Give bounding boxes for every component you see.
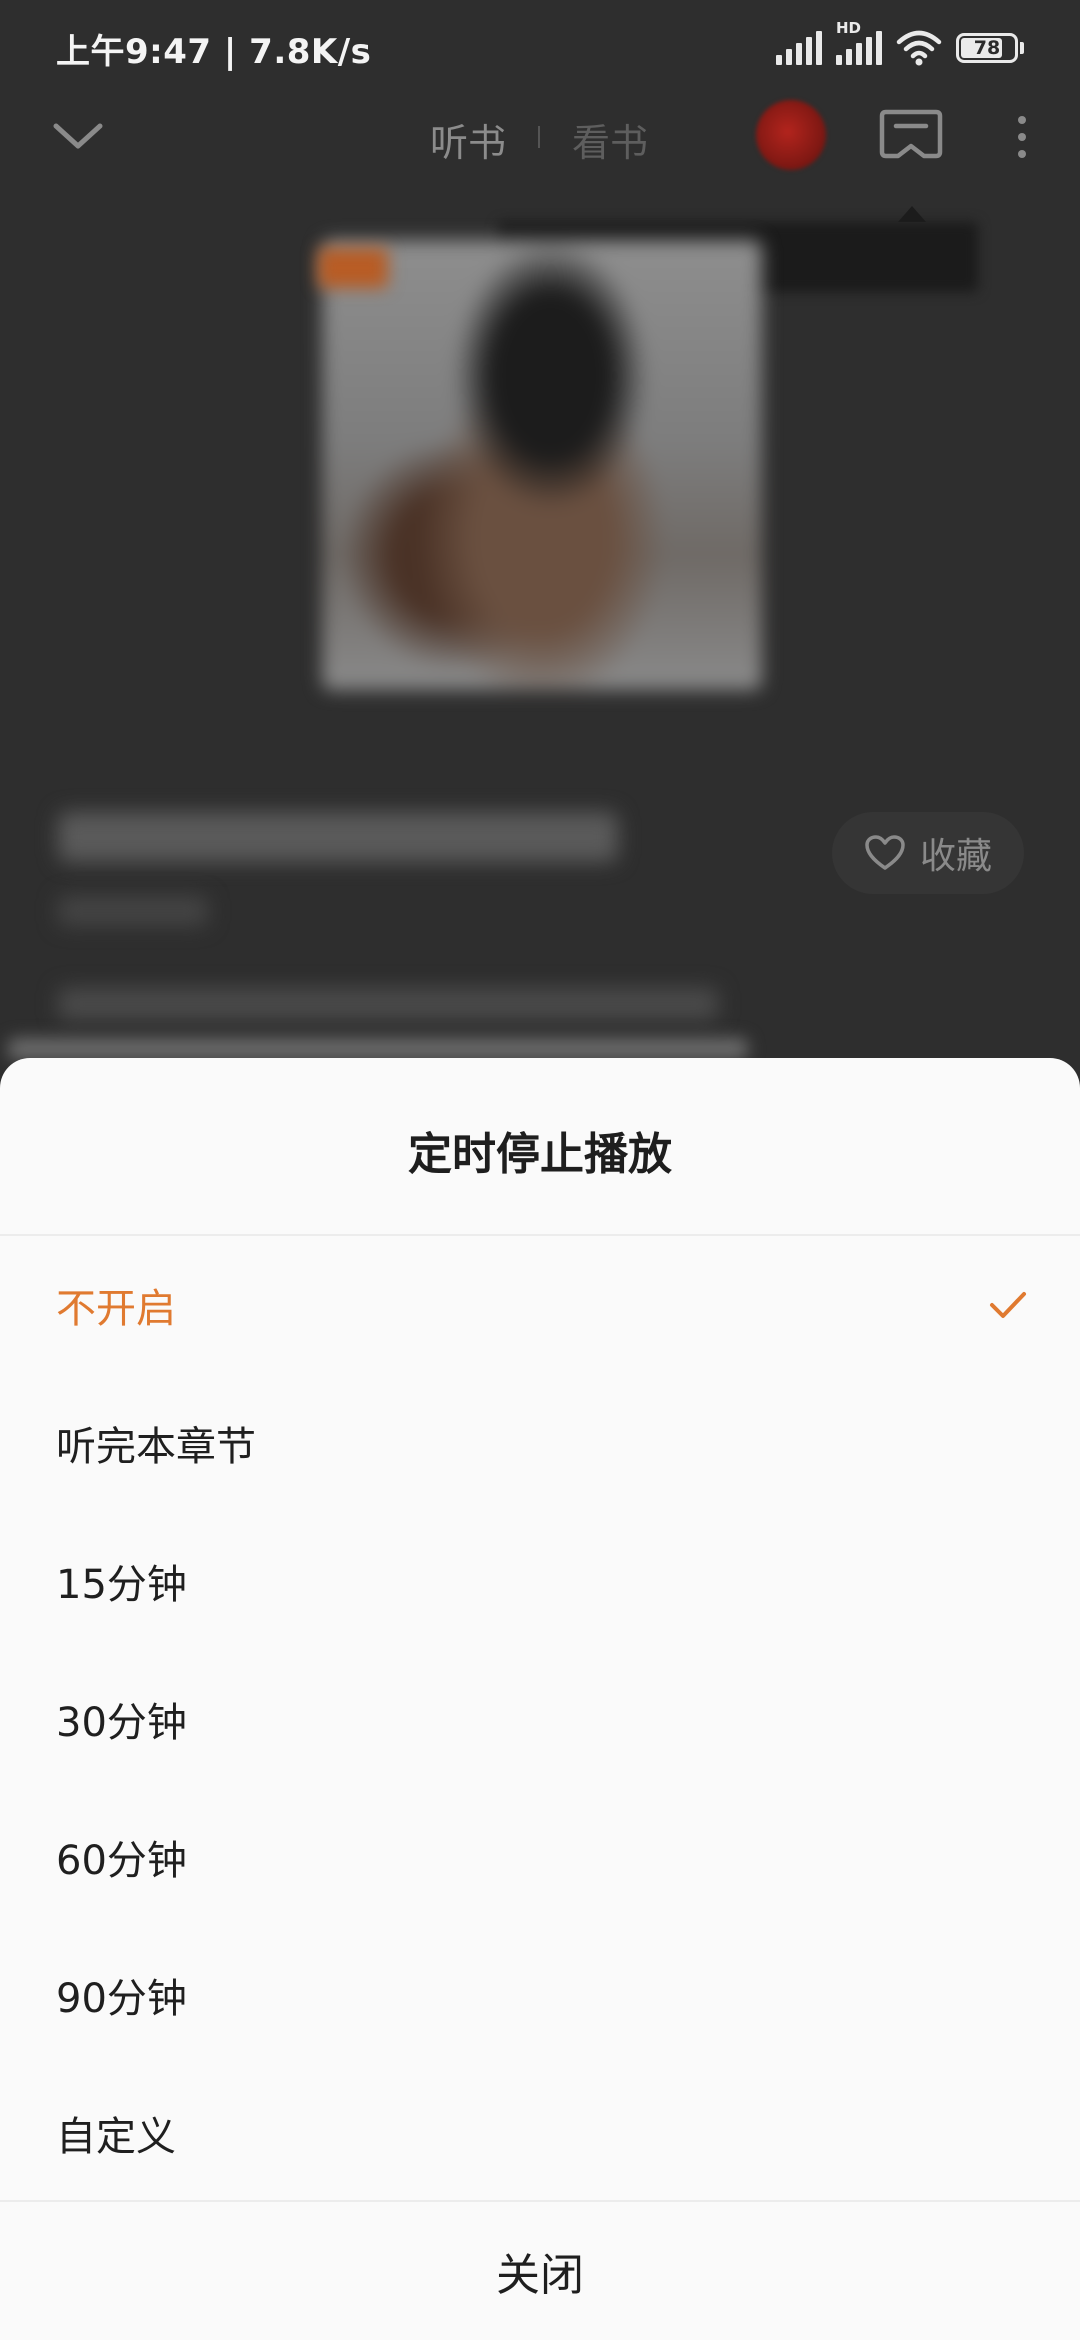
timer-option-custom[interactable]: 自定义 [0,2064,1080,2202]
player-background: 上午9:47 | 7.8K/s HD 78 听书 看书 收藏 [0,0,1080,1080]
option-label: 90分钟 [56,1976,187,2022]
timer-option-30-min[interactable]: 30分钟 [0,1650,1080,1788]
timer-option-end-of-chapter[interactable]: 听完本章节 [0,1374,1080,1512]
heart-icon [865,835,905,870]
battery-level: 78 [973,37,1001,59]
wifi-icon [896,30,942,66]
check-icon [990,1292,1026,1318]
book-description [58,988,718,1020]
tooltip-notch [898,206,926,222]
option-label: 15分钟 [56,1562,187,1608]
tab-divider [538,126,540,148]
timer-option-off[interactable]: 不开启 [0,1236,1080,1374]
favorite-label: 收藏 [919,836,992,877]
book-author [58,896,208,926]
book-description-line [8,1038,748,1060]
option-label: 60分钟 [56,1838,187,1884]
sleep-timer-sheet: 定时停止播放 不开启 听完本章节 15分钟 30分钟 60分钟 90分钟 自定义… [0,1058,1080,2340]
close-button[interactable]: 关闭 [0,2202,1080,2340]
sheet-title: 定时停止播放 [408,1129,672,1180]
screen: 上午9:47 | 7.8K/s HD 78 听书 看书 收藏 定时停止播放 不开… [0,0,1080,2340]
signal-icon [776,31,822,65]
timer-option-15-min[interactable]: 15分钟 [0,1512,1080,1650]
status-time: 上午9:47 | 7.8K/s [56,32,372,72]
book-title [58,812,618,862]
option-label: 听完本章节 [56,1424,256,1470]
cast-icon[interactable] [878,106,944,166]
record-avatar[interactable] [756,100,826,170]
timer-option-90-min[interactable]: 90分钟 [0,1926,1080,2064]
status-icons: HD 78 [776,19,1024,70]
tab-read[interactable]: 看书 [572,112,648,167]
cover-badge [318,248,388,288]
tab-listen[interactable]: 听书 [430,112,506,167]
battery-icon: 78 [956,33,1018,63]
option-label: 30分钟 [56,1700,187,1746]
book-cover-image [322,240,762,690]
hd-signal-icon: HD [836,19,882,65]
chevron-down-icon[interactable] [52,116,104,156]
option-label: 自定义 [56,2114,176,2160]
battery-cap [1020,42,1024,54]
more-icon[interactable] [1010,112,1034,162]
timer-option-60-min[interactable]: 60分钟 [0,1788,1080,1926]
favorite-button[interactable]: 收藏 [832,812,1024,894]
option-label: 不开启 [56,1286,176,1332]
timer-options-list: 不开启 听完本章节 15分钟 30分钟 60分钟 90分钟 自定义 [0,1236,1080,2202]
status-bar: 上午9:47 | 7.8K/s HD 78 [0,0,1080,96]
network-type-label: HD [836,19,862,37]
player-top-bar: 听书 看书 [0,96,1080,178]
